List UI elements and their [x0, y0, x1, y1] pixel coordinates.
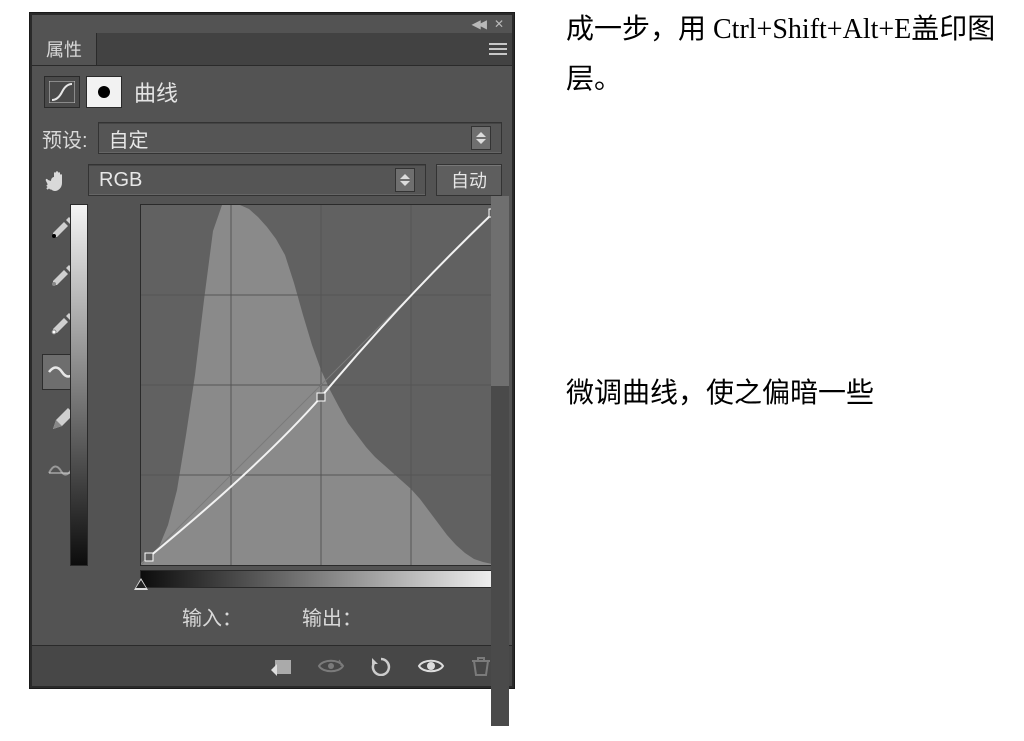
curves-icon[interactable] — [44, 76, 80, 108]
output-gradient — [70, 204, 88, 566]
trash-icon[interactable] — [458, 651, 504, 681]
instruction-text-1: 成一步，用 Ctrl+Shift+Alt+E盖印图层。 — [566, 5, 996, 105]
input-gradient[interactable] — [140, 570, 502, 588]
panel-tab-bar: 属性 — [32, 33, 512, 66]
instruction-text-2: 微调曲线，使之偏暗一些 — [566, 372, 996, 416]
input-label: 输入： — [182, 602, 242, 631]
panel-scrollbar[interactable] — [491, 196, 509, 726]
auto-button-label: 自动 — [451, 167, 487, 193]
auto-button[interactable]: 自动 — [436, 164, 502, 196]
curves-graph[interactable] — [140, 204, 502, 566]
preset-dropdown[interactable]: 自定 — [98, 122, 502, 154]
scrollbar-thumb[interactable] — [491, 196, 509, 386]
reset-icon[interactable] — [358, 651, 404, 681]
clip-to-layer-icon[interactable] — [258, 651, 304, 681]
dropdown-handle-icon — [395, 168, 415, 192]
properties-panel: ◀◀ ✕ 属性 曲线 预设: 自定 — [30, 13, 514, 688]
channel-value: RGB — [99, 169, 142, 192]
close-icon[interactable]: ✕ — [494, 18, 504, 30]
preset-label: 预设: — [42, 124, 88, 153]
channel-dropdown[interactable]: RGB — [88, 164, 426, 196]
black-point-slider[interactable] — [134, 578, 148, 590]
tab-properties[interactable]: 属性 — [32, 33, 97, 65]
view-previous-icon[interactable] — [308, 651, 354, 681]
hand-icon[interactable] — [42, 165, 78, 195]
panel-topbar: ◀◀ ✕ — [32, 15, 512, 33]
mask-icon[interactable] — [86, 76, 122, 108]
collapse-icon[interactable]: ◀◀ — [471, 18, 483, 30]
output-label: 输出： — [302, 602, 362, 631]
tab-label: 属性 — [46, 36, 82, 62]
preset-value: 自定 — [109, 124, 149, 153]
panel-body: 曲线 预设: 自定 RGB 自动 — [32, 66, 512, 645]
panel-menu-icon[interactable] — [484, 33, 512, 65]
visibility-icon[interactable] — [408, 651, 454, 681]
adjustment-title: 曲线 — [134, 76, 178, 108]
panel-bottom-bar — [32, 645, 512, 686]
dropdown-handle-icon — [471, 126, 491, 150]
